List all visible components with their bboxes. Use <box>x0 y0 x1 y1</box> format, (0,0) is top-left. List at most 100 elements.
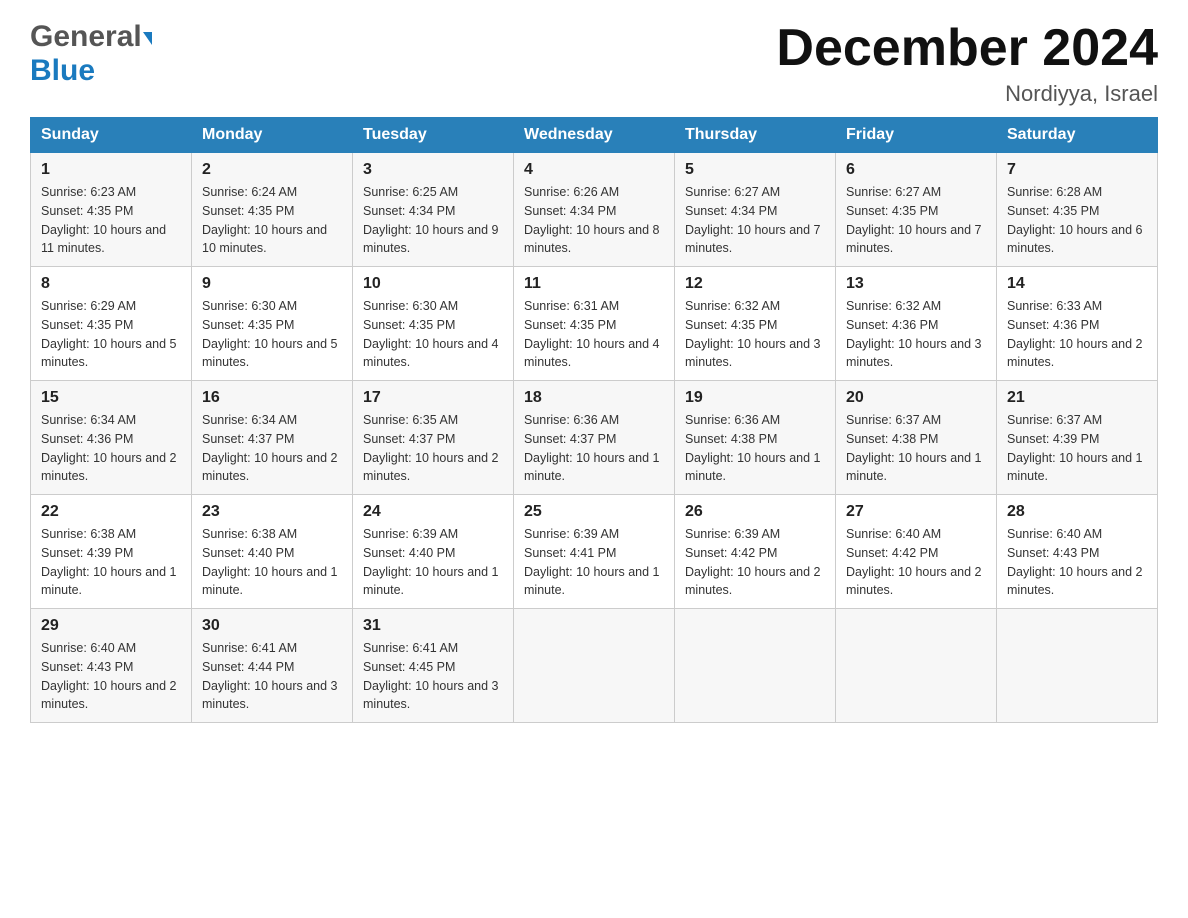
weekday-header-thursday: Thursday <box>675 118 836 153</box>
calendar-cell: 23 Sunrise: 6:38 AM Sunset: 4:40 PM Dayl… <box>192 495 353 609</box>
sunset-label: Sunset: 4:43 PM <box>1007 546 1099 560</box>
day-number: 26 <box>685 503 825 521</box>
sunrise-label: Sunrise: 6:36 AM <box>685 413 780 427</box>
sunset-label: Sunset: 4:34 PM <box>685 204 777 218</box>
sunrise-label: Sunrise: 6:32 AM <box>846 299 941 313</box>
sunset-label: Sunset: 4:35 PM <box>363 318 455 332</box>
calendar-cell: 25 Sunrise: 6:39 AM Sunset: 4:41 PM Dayl… <box>514 495 675 609</box>
logo-text: General <box>30 20 154 54</box>
sunset-label: Sunset: 4:39 PM <box>41 546 133 560</box>
sunrise-label: Sunrise: 6:38 AM <box>41 527 136 541</box>
day-number: 27 <box>846 503 986 521</box>
daylight-label: Daylight: 10 hours and 1 minute. <box>685 451 821 484</box>
calendar-cell: 10 Sunrise: 6:30 AM Sunset: 4:35 PM Dayl… <box>353 267 514 381</box>
daylight-label: Daylight: 10 hours and 1 minute. <box>363 565 499 598</box>
daylight-label: Daylight: 10 hours and 1 minute. <box>524 451 660 484</box>
sunset-label: Sunset: 4:36 PM <box>1007 318 1099 332</box>
daylight-label: Daylight: 10 hours and 2 minutes. <box>1007 337 1143 370</box>
logo: General Blue <box>30 20 154 88</box>
sunset-label: Sunset: 4:39 PM <box>1007 432 1099 446</box>
calendar-cell: 30 Sunrise: 6:41 AM Sunset: 4:44 PM Dayl… <box>192 609 353 723</box>
weekday-header-wednesday: Wednesday <box>514 118 675 153</box>
calendar-cell <box>997 609 1158 723</box>
calendar-cell: 26 Sunrise: 6:39 AM Sunset: 4:42 PM Dayl… <box>675 495 836 609</box>
daylight-label: Daylight: 10 hours and 2 minutes. <box>202 451 338 484</box>
day-info: Sunrise: 6:30 AM Sunset: 4:35 PM Dayligh… <box>202 297 342 372</box>
calendar-week-4: 22 Sunrise: 6:38 AM Sunset: 4:39 PM Dayl… <box>31 495 1158 609</box>
daylight-label: Daylight: 10 hours and 2 minutes. <box>1007 565 1143 598</box>
day-info: Sunrise: 6:30 AM Sunset: 4:35 PM Dayligh… <box>363 297 503 372</box>
calendar-cell: 1 Sunrise: 6:23 AM Sunset: 4:35 PM Dayli… <box>31 153 192 267</box>
calendar-cell <box>675 609 836 723</box>
day-info: Sunrise: 6:24 AM Sunset: 4:35 PM Dayligh… <box>202 183 342 258</box>
sunrise-label: Sunrise: 6:30 AM <box>202 299 297 313</box>
daylight-label: Daylight: 10 hours and 2 minutes. <box>685 565 821 598</box>
daylight-label: Daylight: 10 hours and 7 minutes. <box>685 223 821 256</box>
calendar-cell: 16 Sunrise: 6:34 AM Sunset: 4:37 PM Dayl… <box>192 381 353 495</box>
day-info: Sunrise: 6:41 AM Sunset: 4:44 PM Dayligh… <box>202 639 342 714</box>
day-number: 20 <box>846 389 986 407</box>
logo-blue-text: Blue <box>30 54 95 87</box>
sunrise-label: Sunrise: 6:40 AM <box>846 527 941 541</box>
sunrise-label: Sunrise: 6:35 AM <box>363 413 458 427</box>
day-number: 9 <box>202 275 342 293</box>
sunset-label: Sunset: 4:36 PM <box>41 432 133 446</box>
day-number: 19 <box>685 389 825 407</box>
day-number: 29 <box>41 617 181 635</box>
sunset-label: Sunset: 4:34 PM <box>524 204 616 218</box>
day-info: Sunrise: 6:40 AM Sunset: 4:43 PM Dayligh… <box>41 639 181 714</box>
day-number: 5 <box>685 161 825 179</box>
day-info: Sunrise: 6:33 AM Sunset: 4:36 PM Dayligh… <box>1007 297 1147 372</box>
weekday-header-saturday: Saturday <box>997 118 1158 153</box>
day-info: Sunrise: 6:35 AM Sunset: 4:37 PM Dayligh… <box>363 411 503 486</box>
daylight-label: Daylight: 10 hours and 5 minutes. <box>41 337 177 370</box>
calendar-cell: 7 Sunrise: 6:28 AM Sunset: 4:35 PM Dayli… <box>997 153 1158 267</box>
day-info: Sunrise: 6:39 AM Sunset: 4:40 PM Dayligh… <box>363 525 503 600</box>
sunrise-label: Sunrise: 6:34 AM <box>202 413 297 427</box>
day-info: Sunrise: 6:23 AM Sunset: 4:35 PM Dayligh… <box>41 183 181 258</box>
calendar-week-1: 1 Sunrise: 6:23 AM Sunset: 4:35 PM Dayli… <box>31 153 1158 267</box>
sunrise-label: Sunrise: 6:26 AM <box>524 185 619 199</box>
day-info: Sunrise: 6:39 AM Sunset: 4:41 PM Dayligh… <box>524 525 664 600</box>
day-info: Sunrise: 6:37 AM Sunset: 4:39 PM Dayligh… <box>1007 411 1147 486</box>
calendar-cell: 29 Sunrise: 6:40 AM Sunset: 4:43 PM Dayl… <box>31 609 192 723</box>
sunset-label: Sunset: 4:45 PM <box>363 660 455 674</box>
calendar-cell: 31 Sunrise: 6:41 AM Sunset: 4:45 PM Dayl… <box>353 609 514 723</box>
sunrise-label: Sunrise: 6:41 AM <box>363 641 458 655</box>
day-info: Sunrise: 6:41 AM Sunset: 4:45 PM Dayligh… <box>363 639 503 714</box>
calendar-cell <box>836 609 997 723</box>
daylight-label: Daylight: 10 hours and 2 minutes. <box>363 451 499 484</box>
calendar-cell: 6 Sunrise: 6:27 AM Sunset: 4:35 PM Dayli… <box>836 153 997 267</box>
calendar-cell: 13 Sunrise: 6:32 AM Sunset: 4:36 PM Dayl… <box>836 267 997 381</box>
sunrise-label: Sunrise: 6:27 AM <box>846 185 941 199</box>
calendar-cell: 17 Sunrise: 6:35 AM Sunset: 4:37 PM Dayl… <box>353 381 514 495</box>
day-number: 23 <box>202 503 342 521</box>
day-number: 28 <box>1007 503 1147 521</box>
day-number: 15 <box>41 389 181 407</box>
sunrise-label: Sunrise: 6:40 AM <box>41 641 136 655</box>
day-info: Sunrise: 6:39 AM Sunset: 4:42 PM Dayligh… <box>685 525 825 600</box>
sunrise-label: Sunrise: 6:30 AM <box>363 299 458 313</box>
day-info: Sunrise: 6:31 AM Sunset: 4:35 PM Dayligh… <box>524 297 664 372</box>
sunset-label: Sunset: 4:42 PM <box>685 546 777 560</box>
day-number: 25 <box>524 503 664 521</box>
sunrise-label: Sunrise: 6:37 AM <box>1007 413 1102 427</box>
day-info: Sunrise: 6:32 AM Sunset: 4:35 PM Dayligh… <box>685 297 825 372</box>
daylight-label: Daylight: 10 hours and 1 minute. <box>202 565 338 598</box>
calendar-cell: 12 Sunrise: 6:32 AM Sunset: 4:35 PM Dayl… <box>675 267 836 381</box>
sunset-label: Sunset: 4:42 PM <box>846 546 938 560</box>
sunset-label: Sunset: 4:35 PM <box>202 318 294 332</box>
daylight-label: Daylight: 10 hours and 2 minutes. <box>846 565 982 598</box>
sunset-label: Sunset: 4:35 PM <box>846 204 938 218</box>
day-info: Sunrise: 6:27 AM Sunset: 4:34 PM Dayligh… <box>685 183 825 258</box>
calendar-table: SundayMondayTuesdayWednesdayThursdayFrid… <box>30 117 1158 723</box>
sunset-label: Sunset: 4:35 PM <box>685 318 777 332</box>
day-info: Sunrise: 6:38 AM Sunset: 4:39 PM Dayligh… <box>41 525 181 600</box>
sunrise-label: Sunrise: 6:34 AM <box>41 413 136 427</box>
day-number: 22 <box>41 503 181 521</box>
daylight-label: Daylight: 10 hours and 3 minutes. <box>685 337 821 370</box>
title-block: December 2024 Nordiyya, Israel <box>776 20 1158 107</box>
calendar-cell: 21 Sunrise: 6:37 AM Sunset: 4:39 PM Dayl… <box>997 381 1158 495</box>
day-info: Sunrise: 6:36 AM Sunset: 4:37 PM Dayligh… <box>524 411 664 486</box>
month-title: December 2024 <box>776 20 1158 77</box>
